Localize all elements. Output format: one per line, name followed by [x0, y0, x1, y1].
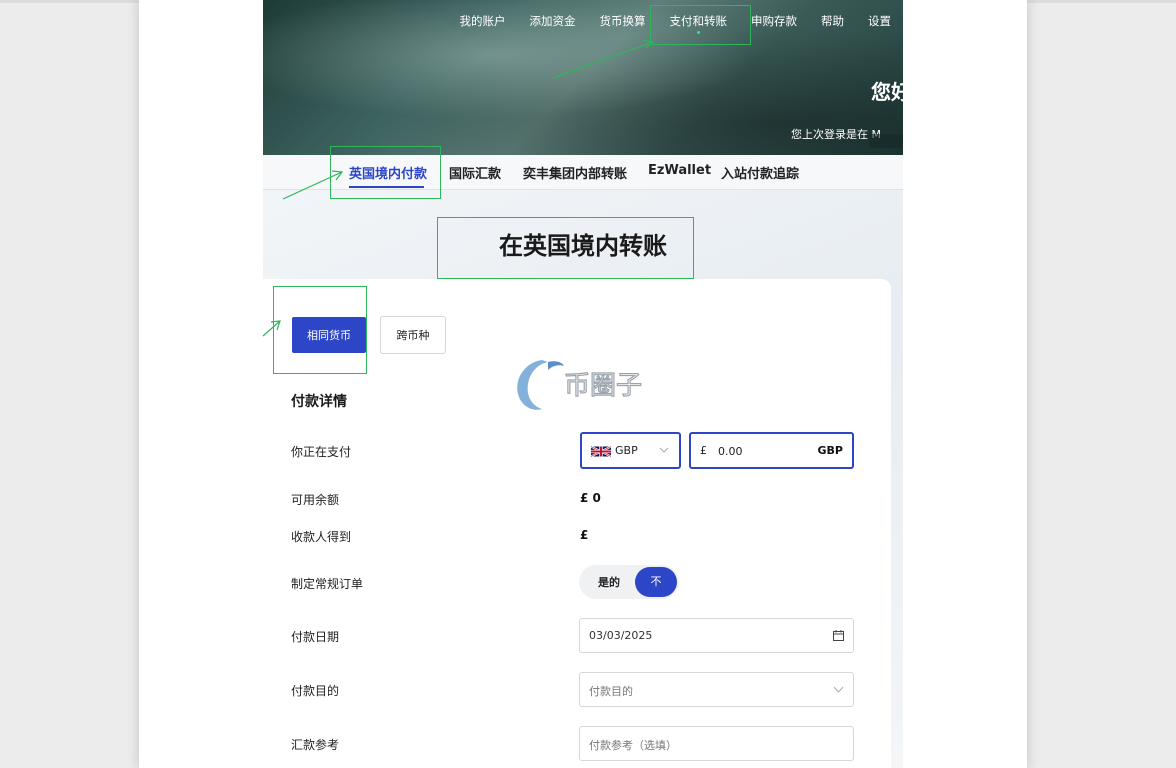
- tab-international[interactable]: 国际汇款: [449, 163, 501, 182]
- watermark-logo: 币圈子: [517, 360, 643, 410]
- tab-ezwallet[interactable]: EzWallet: [648, 163, 711, 178]
- hero-banner: 我的账户 添加资金 货币换算 支付和转账 申购存款 帮助 设置 您好 您上次登录…: [263, 0, 903, 155]
- annotation-box-tab: [330, 146, 441, 199]
- nav-help[interactable]: 帮助: [809, 13, 856, 29]
- greeting-text: 您好: [871, 80, 903, 104]
- available-balance-label: 可用余额: [291, 493, 340, 507]
- available-balance-value: £ 0: [580, 491, 601, 505]
- uk-flag-icon: [591, 445, 611, 458]
- standing-order-label: 制定常规订单: [291, 577, 364, 591]
- currency-select[interactable]: GBP: [580, 432, 681, 469]
- payment-purpose-placeholder: 付款目的: [589, 685, 633, 698]
- tab-inbound-tracking[interactable]: 入站付款追踪: [721, 163, 799, 182]
- nav-settings[interactable]: 设置: [856, 13, 903, 29]
- you-pay-label: 你正在支付: [291, 445, 352, 459]
- annotation-box-same-currency: [273, 286, 367, 374]
- reference-field[interactable]: 付款参考（选填）: [579, 726, 854, 761]
- standing-order-toggle[interactable]: 是的 不: [579, 565, 679, 599]
- payment-purpose-label: 付款目的: [291, 684, 340, 698]
- payment-date-field[interactable]: 03/03/2025: [579, 618, 854, 653]
- section-title: 付款详情: [291, 394, 347, 410]
- chevron-down-icon: [833, 686, 844, 693]
- annotation-box-title: [437, 217, 694, 279]
- reference-label: 汇款参考: [291, 738, 340, 752]
- cross-currency-button[interactable]: 跨币种: [380, 316, 446, 354]
- payment-date-label: 付款日期: [291, 630, 340, 644]
- annotation-box-nav: [650, 5, 751, 45]
- payment-purpose-select[interactable]: 付款目的: [579, 672, 854, 707]
- recipient-gets-value: £: [580, 528, 589, 542]
- tab-group-internal[interactable]: 奕丰集团内部转账: [523, 163, 627, 182]
- amount-currency: GBP: [817, 444, 843, 457]
- nav-my-account[interactable]: 我的账户: [448, 13, 518, 29]
- nav-add-funds[interactable]: 添加资金: [518, 13, 588, 29]
- toggle-yes-option[interactable]: 是的: [598, 574, 620, 590]
- payment-date-value: 03/03/2025: [589, 629, 653, 642]
- nav-currency-exchange[interactable]: 货币换算: [588, 13, 658, 29]
- recipient-gets-label: 收款人得到: [291, 530, 352, 544]
- amount-field[interactable]: £ GBP: [689, 432, 854, 469]
- calendar-icon[interactable]: [832, 629, 845, 642]
- reference-placeholder: 付款参考（选填）: [589, 739, 677, 752]
- last-login-overlay: [869, 134, 903, 148]
- pound-symbol: £: [700, 444, 707, 457]
- toggle-no-option[interactable]: 不: [635, 567, 677, 597]
- currency-code: GBP: [615, 444, 638, 457]
- watermark-text: 币圈子: [564, 371, 642, 401]
- amount-input[interactable]: [718, 442, 798, 460]
- chevron-down-icon: [659, 447, 669, 453]
